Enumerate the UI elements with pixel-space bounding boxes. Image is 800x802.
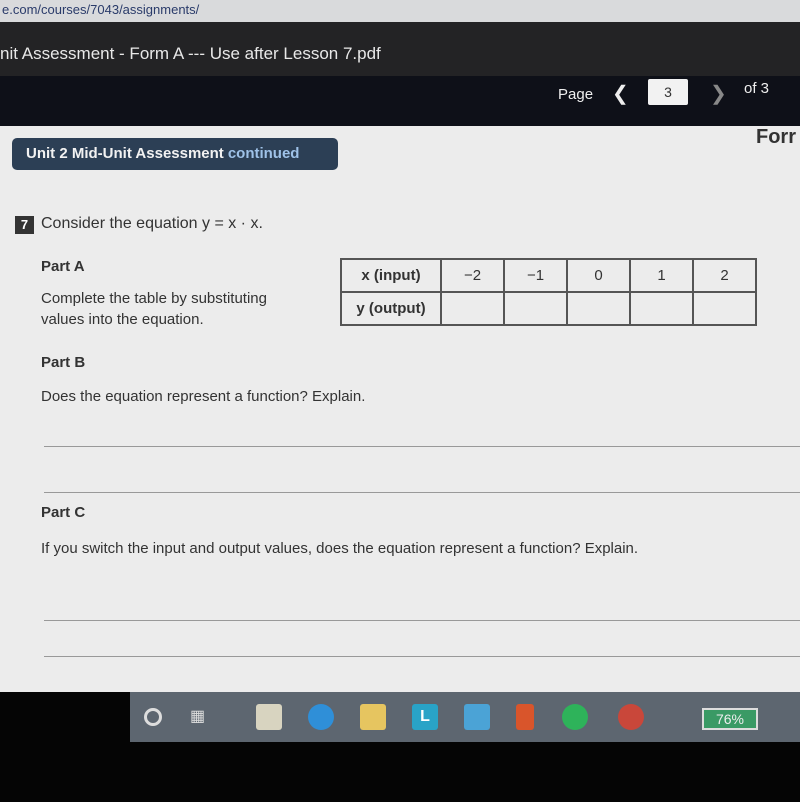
address-bar[interactable]: e.com/courses/7043/assignments/ <box>0 0 800 22</box>
answer-line[interactable] <box>44 620 800 621</box>
badge-continued: continued <box>227 145 300 162</box>
file-explorer-icon[interactable] <box>360 704 386 730</box>
table-row: x (input) −2 −1 0 1 2 <box>340 258 757 293</box>
task-view-icon[interactable]: ▦ <box>190 706 216 732</box>
answer-line[interactable] <box>44 656 800 657</box>
form-label: Forr <box>756 126 796 148</box>
part-a-text: Complete the table by substituting value… <box>41 290 267 328</box>
pdf-toolbar: Page ❮ 3 ❯ of 3 <box>0 76 800 126</box>
page-number-input[interactable]: 3 <box>648 79 688 105</box>
unit-badge: Unit 2 Mid-Unit Assessment continued <box>12 138 338 170</box>
table-row: y (output) <box>340 291 757 326</box>
x-cell: −1 <box>503 258 568 293</box>
chrome-icon[interactable] <box>618 704 644 730</box>
cortana-icon[interactable] <box>144 708 162 726</box>
mail-icon[interactable] <box>464 704 490 730</box>
x-cell: 0 <box>566 258 631 293</box>
taskbar: ▦ L 76% <box>130 692 800 742</box>
page-label: Page <box>558 86 594 103</box>
spotify-icon[interactable] <box>562 704 588 730</box>
y-cell[interactable] <box>503 291 568 326</box>
x-header: x (input) <box>340 258 442 293</box>
badge-title: Unit 2 Mid-Unit Assessment <box>26 145 224 162</box>
store-icon[interactable] <box>256 704 282 730</box>
question-text: Consider the equation y = x · x. <box>41 215 263 232</box>
x-cell: 1 <box>629 258 694 293</box>
y-cell[interactable] <box>629 291 694 326</box>
part-a-label: Part A <box>41 258 85 275</box>
part-c-label: Part C <box>41 504 86 521</box>
input-output-table: x (input) −2 −1 0 1 2 y (output) <box>340 258 757 326</box>
y-header: y (output) <box>340 291 442 326</box>
part-b-text: Does the equation represent a function? … <box>41 388 366 405</box>
y-cell[interactable] <box>692 291 757 326</box>
part-b-label: Part B <box>41 354 86 371</box>
answer-line[interactable] <box>44 492 800 493</box>
page-total: of 3 <box>744 80 770 97</box>
question-number: 7 <box>15 216 34 234</box>
battery-indicator: 76% <box>702 708 758 730</box>
part-c-text: If you switch the input and output value… <box>41 540 639 557</box>
y-cell[interactable] <box>440 291 505 326</box>
x-cell: −2 <box>440 258 505 293</box>
l-app-icon[interactable]: L <box>412 704 438 730</box>
pdf-page: Unit 2 Mid-Unit Assessment continued Forr… <box>0 126 800 692</box>
x-cell: 2 <box>692 258 757 293</box>
document-title: nit Assessment - Form A --- Use after Le… <box>0 22 800 76</box>
y-cell[interactable] <box>566 291 631 326</box>
edge-icon[interactable] <box>308 704 334 730</box>
answer-line[interactable] <box>44 446 800 447</box>
previous-page-button[interactable]: ❮ <box>612 81 629 106</box>
office-icon[interactable] <box>516 704 534 730</box>
next-page-button[interactable]: ❯ <box>710 81 727 106</box>
